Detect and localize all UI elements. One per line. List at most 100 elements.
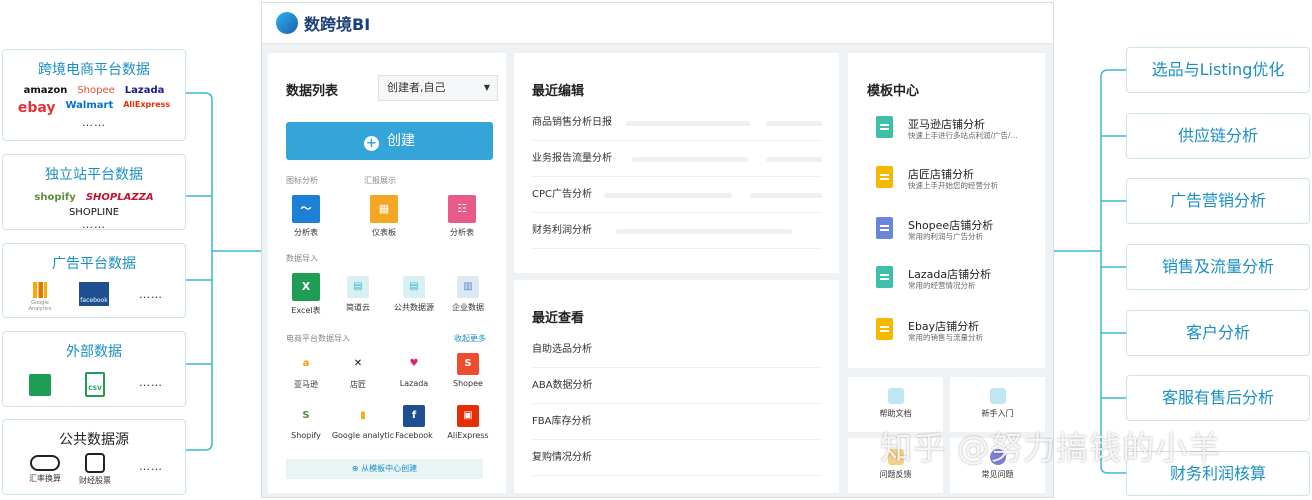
book-icon xyxy=(887,388,904,404)
recent-view-row[interactable]: ABA数据分析 xyxy=(532,368,822,404)
recent-edit-row[interactable]: CPC广告分析 xyxy=(532,177,822,213)
document-icon xyxy=(876,166,893,188)
import-public-data[interactable]: ▤ 公共数据源 xyxy=(384,273,444,313)
app-header: 数跨境BI xyxy=(262,3,1053,44)
stock-chart-icon xyxy=(85,453,105,473)
data-list-title: 数据列表 xyxy=(286,84,339,99)
target-listing-optimization: 选品与Listing优化 xyxy=(1126,47,1310,93)
template-desc: 快速上手开始您的经营分析 xyxy=(908,181,998,190)
aliexpress-icon: ▣ xyxy=(457,405,479,427)
excel-icon xyxy=(29,374,51,396)
item-label: 公共数据源 xyxy=(394,303,434,312)
recent-edit-row[interactable]: 业务报告流量分析 xyxy=(532,141,822,177)
platform-logos: shopify SHOPLAZZA SHOPLINE xyxy=(3,184,185,218)
ecom-aliexpress[interactable]: ▣ AliExpress xyxy=(438,405,498,440)
row-label: FBA库存分析 xyxy=(532,416,592,427)
ecom-facebook[interactable]: f Facebook xyxy=(384,405,444,440)
source-title: 公共数据源 xyxy=(59,432,129,448)
row-label: 商品销售分析日报 xyxy=(532,117,612,128)
recent-view-row[interactable]: FBA库存分析 xyxy=(532,404,822,440)
placeholder-bar xyxy=(616,229,792,234)
shopify-logo: shopify xyxy=(34,192,76,203)
report-analysis-table[interactable]: ☷ 分析表 xyxy=(432,195,492,238)
plus-icon: + xyxy=(364,136,379,151)
item-label: 亚马逊 xyxy=(294,380,318,389)
item-label: 简道云 xyxy=(346,303,370,312)
recent-view-panel: 最近查看 自助选品分析 ABA数据分析 FBA库存分析 复购情况分析 xyxy=(514,280,839,493)
finance-stock-label: 财经股票 xyxy=(79,476,111,485)
source-title: 独立站平台数据 xyxy=(45,167,143,183)
shoplazza-logo: SHOPLAZZA xyxy=(85,192,154,203)
recent-edit-row[interactable]: 财务利润分析 xyxy=(532,213,822,249)
document-icon xyxy=(876,318,893,340)
template-link-label: 从模板中心创建 xyxy=(361,464,418,473)
item-label: 店匠 xyxy=(350,380,366,389)
more-indicator: …… xyxy=(139,288,163,301)
target-sales-traffic: 销售及流量分析 xyxy=(1126,244,1310,290)
ecom-shopee[interactable]: S Shopee xyxy=(438,353,498,388)
enterprise-data-icon: ▥ xyxy=(457,276,479,298)
import-jiandaoyun[interactable]: ▤ 简道云 xyxy=(328,273,388,313)
dashboard-item[interactable]: ▦ 仪表板 xyxy=(354,195,414,238)
creator-filter-select[interactable]: 创建者,自己 ▼ xyxy=(378,75,498,101)
item-label: Shopify xyxy=(291,431,321,440)
table-icon: ☷ xyxy=(448,195,476,223)
create-from-template-link[interactable]: ⊕ 从模板中心创建 xyxy=(286,459,483,479)
screen: 跨境电商平台数据 amazon Shopee Lazada ebay Walma… xyxy=(0,0,1312,500)
recent-edit-row[interactable]: 商品销售分析日报 xyxy=(532,105,822,141)
target-customer: 客户分析 xyxy=(1126,310,1310,356)
recent-view-row[interactable]: 复购情况分析 xyxy=(532,440,822,476)
google-analytics-item: Google Analytics xyxy=(25,282,55,312)
dashboard-icon: ▦ xyxy=(370,195,398,223)
monitor-icon xyxy=(989,388,1006,404)
source-card-public: 公共数据源 汇率换算 财经股票 …… xyxy=(2,419,186,495)
tile-label: 问题反馈 xyxy=(879,470,912,479)
create-label: 创建 xyxy=(387,133,415,149)
shopline-logo: SHOPLINE xyxy=(68,207,120,218)
item-label: Excel表 xyxy=(291,306,321,315)
ecom-dianjiang[interactable]: ✕ 店匠 xyxy=(328,353,388,390)
placeholder-bar xyxy=(750,193,822,198)
amazon-logo: amazon xyxy=(23,85,68,96)
finance-stock-item: 财经股票 xyxy=(75,453,115,486)
document-icon xyxy=(876,266,893,288)
import-excel[interactable]: X Excel表 xyxy=(276,273,336,316)
source-card-crossborder: 跨境电商平台数据 amazon Shopee Lazada ebay Walma… xyxy=(2,49,186,141)
lazada-icon: ♥ xyxy=(403,353,425,375)
line-chart-icon: 〜 xyxy=(292,195,320,223)
item-label: 企业数据 xyxy=(452,303,484,312)
template-center-panel: 模板中心 亚马逊店铺分析 快速上手进行多站点利润/广告/... 店匠店铺分析 快… xyxy=(848,53,1045,368)
ecom-lazada[interactable]: ♥ Lazada xyxy=(384,353,444,388)
facebook-icon: f xyxy=(403,405,425,427)
google-analytics-icon: ▮ xyxy=(352,405,374,427)
shopee-logo: Shopee xyxy=(77,85,115,96)
row-label: ABA数据分析 xyxy=(532,380,593,391)
create-button[interactable]: + 创建 xyxy=(286,122,493,160)
placeholder-bar xyxy=(766,121,822,126)
placeholder-bar xyxy=(632,157,748,162)
source-card-independent: 独立站平台数据 shopify SHOPLAZZA SHOPLINE …… xyxy=(2,154,186,231)
placeholder-bar xyxy=(604,193,732,198)
chart-analysis-table[interactable]: 〜 分析表 xyxy=(276,195,336,238)
ecom-shopify[interactable]: S Shopify xyxy=(276,405,336,440)
section-import-label: 数据导入 xyxy=(286,254,318,263)
more-indicator: …… xyxy=(82,218,106,231)
collapse-more-link[interactable]: 收起更多 xyxy=(454,333,486,344)
source-card-external: 外部数据 CSV …… xyxy=(2,331,186,407)
placeholder-bar xyxy=(766,157,822,162)
ecom-amazon[interactable]: a 亚马逊 xyxy=(276,353,336,390)
brand-name: 数跨境BI xyxy=(304,15,371,34)
item-label: 分析表 xyxy=(450,228,474,237)
item-label: 仪表板 xyxy=(372,228,396,237)
recent-view-row[interactable]: 自助选品分析 xyxy=(532,332,822,368)
aliexpress-logo: AliExpress xyxy=(123,100,171,109)
shopify-icon: S xyxy=(295,405,317,427)
template-desc: 常用的销售与流量分析 xyxy=(908,333,983,342)
recent-edit-panel: 最近编辑 商品销售分析日报 业务报告流量分析 CPC广告分析 财务利润分析 xyxy=(514,53,839,273)
source-title: 跨境电商平台数据 xyxy=(38,62,150,78)
creator-filter-value: 创建者,自己 xyxy=(387,81,446,94)
item-label: 分析表 xyxy=(294,228,318,237)
tile-label: 帮助文档 xyxy=(879,409,912,418)
import-enterprise-data[interactable]: ▥ 企业数据 xyxy=(438,273,498,313)
target-ad-marketing: 广告营销分析 xyxy=(1126,178,1310,224)
